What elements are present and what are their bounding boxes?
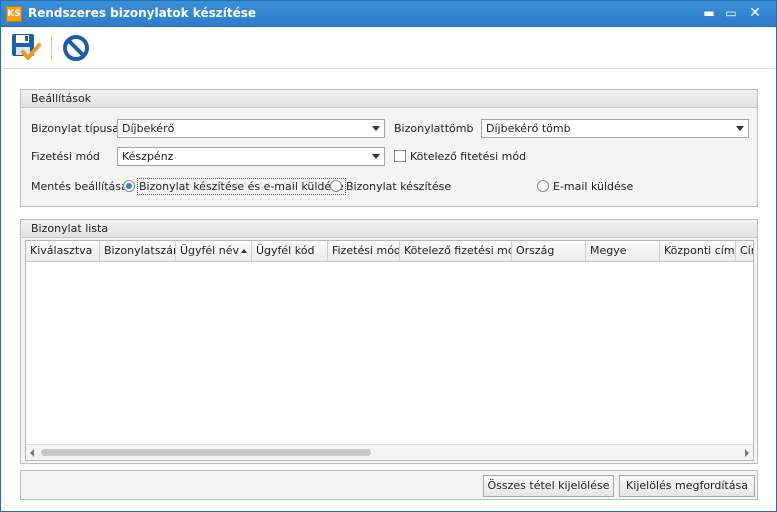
col-central-address[interactable]: Központi cím xyxy=(660,241,736,262)
scroll-thumb[interactable] xyxy=(41,449,371,456)
window-title: Rendszeres bizonylatok készítése xyxy=(28,6,256,20)
scroll-right-icon[interactable] xyxy=(745,449,749,457)
minimize-button[interactable]: ▬ xyxy=(698,4,720,24)
action-bar: Összes tétel kijelölése Kijelölés megfor… xyxy=(20,470,758,500)
col-country[interactable]: Ország xyxy=(512,241,586,262)
close-button[interactable]: ✕ xyxy=(744,4,766,24)
mandatory-payment-label: Kötelező fitetési mód xyxy=(410,150,527,163)
document-type-value: Díjbekérő xyxy=(122,122,175,135)
col-payment-method[interactable]: Fizetési mód xyxy=(328,241,400,262)
mandatory-payment-checkbox[interactable] xyxy=(394,150,406,162)
cancel-icon xyxy=(63,35,89,61)
payment-method-select[interactable]: Készpénz xyxy=(117,147,385,166)
maximize-button[interactable]: ▭ xyxy=(720,4,742,24)
app-icon: KS xyxy=(6,6,22,22)
sort-ascending-icon xyxy=(241,249,247,253)
col-county[interactable]: Megye xyxy=(586,241,660,262)
invert-selection-button[interactable]: Kijelölés megfordítása xyxy=(619,475,755,497)
radio-create-only[interactable] xyxy=(330,180,342,192)
radio-email-only[interactable] xyxy=(537,180,549,192)
radio-email-only-label[interactable]: E-mail küldése xyxy=(553,180,633,193)
document-block-select[interactable]: Díjbekérő tömb xyxy=(481,119,749,138)
col-document-number[interactable]: Bizonylatszám xyxy=(100,241,176,262)
cancel-button[interactable] xyxy=(61,33,91,63)
payment-method-label: Fizetési mód xyxy=(31,150,100,163)
radio-create-and-email[interactable] xyxy=(123,180,135,192)
save-button[interactable] xyxy=(11,33,41,63)
col-selected[interactable]: Kiválasztva xyxy=(26,241,100,262)
radio-create-and-email-label[interactable]: Bizonylat készítése és e-mail küldése xyxy=(137,178,346,195)
main-window: KS Rendszeres bizonylatok készítése ▬ ▭ … xyxy=(0,0,777,512)
document-list-group: Bizonylat lista Kiválasztva Bizonylatszá… xyxy=(20,219,758,464)
settings-group: Beállítások Bizonylat típusa Díjbekérő B… xyxy=(20,89,758,207)
chevron-down-icon xyxy=(372,126,380,131)
chevron-down-icon xyxy=(372,154,380,159)
col-address[interactable]: Cím xyxy=(736,241,753,262)
document-block-label: Bizonylattömb xyxy=(394,122,474,135)
document-type-label: Bizonylat típusa xyxy=(31,122,119,135)
radio-create-only-label[interactable]: Bizonylat készítése xyxy=(346,180,451,193)
grid-header: Kiválasztva Bizonylatszám Ügyfél név Ügy… xyxy=(26,241,753,262)
col-mandatory-payment[interactable]: Kötelező fizetési mód xyxy=(400,241,512,262)
select-all-button[interactable]: Összes tétel kijelölése xyxy=(483,475,614,497)
horizontal-scrollbar[interactable] xyxy=(26,444,753,460)
col-customer-name[interactable]: Ügyfél név xyxy=(176,241,252,262)
title-bar[interactable]: KS Rendszeres bizonylatok készítése ▬ ▭ … xyxy=(1,1,776,27)
payment-method-value: Készpénz xyxy=(122,150,174,163)
document-block-value: Díjbekérő tömb xyxy=(486,122,571,135)
scroll-left-icon[interactable] xyxy=(30,449,34,457)
document-grid[interactable]: Kiválasztva Bizonylatszám Ügyfél név Ügy… xyxy=(25,240,754,461)
document-list-title: Bizonylat lista xyxy=(21,220,757,238)
col-customer-code[interactable]: Ügyfél kód xyxy=(252,241,328,262)
col-customer-name-label: Ügyfél név xyxy=(180,244,239,257)
save-setting-label: Mentés beállítása xyxy=(31,180,128,193)
settings-group-title: Beállítások xyxy=(21,90,757,108)
toolbar xyxy=(2,27,775,69)
chevron-down-icon xyxy=(736,126,744,131)
toolbar-separator xyxy=(51,35,52,61)
save-check-icon xyxy=(12,34,41,60)
document-type-select[interactable]: Díjbekérő xyxy=(117,119,385,138)
